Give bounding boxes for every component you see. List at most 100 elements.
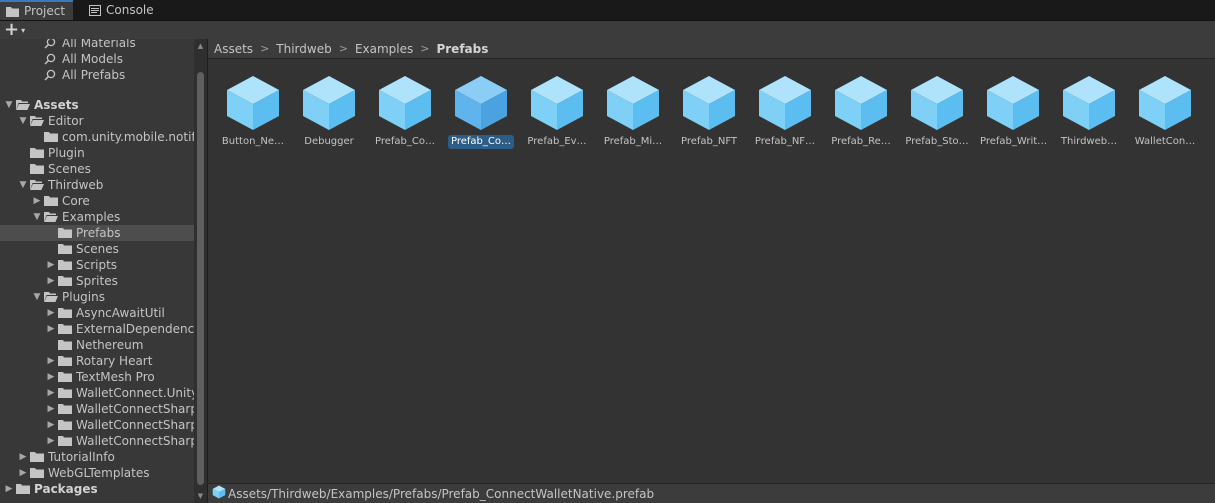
folder-icon bbox=[58, 323, 72, 335]
breadcrumb-item[interactable]: Examples bbox=[353, 42, 415, 56]
folder-open-icon bbox=[44, 291, 58, 303]
asset-item[interactable]: Prefab_Re… bbox=[825, 74, 897, 154]
folder-icon bbox=[30, 451, 44, 463]
expand-arrow-open-icon[interactable]: ▼ bbox=[18, 116, 28, 126]
tree-folder-item[interactable]: ▶ Scripts bbox=[0, 257, 194, 273]
folder-icon bbox=[16, 483, 30, 495]
tab-project[interactable]: Project bbox=[0, 0, 74, 20]
expand-arrow-closed-icon[interactable]: ▶ bbox=[46, 420, 56, 430]
expand-arrow-closed-icon[interactable]: ▶ bbox=[32, 196, 42, 206]
window-tab-bar: Project Console bbox=[0, 0, 1215, 21]
asset-name: Thirdweb… bbox=[1060, 136, 1118, 147]
expand-arrow-open-icon[interactable]: ▼ bbox=[18, 180, 28, 190]
tree-item-label: Rotary Heart bbox=[76, 354, 153, 368]
breadcrumb-separator-icon: > bbox=[260, 42, 270, 55]
tree-folder-item[interactable]: ▼ Editor bbox=[0, 113, 194, 129]
prefab-icon bbox=[212, 485, 228, 502]
expand-arrow-open-icon[interactable]: ▼ bbox=[4, 100, 14, 110]
saved-search-item[interactable]: All Prefabs bbox=[0, 67, 194, 83]
saved-search-item[interactable]: All Materials bbox=[0, 39, 194, 51]
tree-folder-item[interactable]: ▼ Examples bbox=[0, 209, 194, 225]
expand-arrow-closed-icon[interactable]: ▶ bbox=[4, 484, 14, 494]
expand-arrow-closed-icon[interactable]: ▶ bbox=[46, 324, 56, 334]
asset-item[interactable]: Prefab_Writ… bbox=[977, 74, 1049, 154]
tree-folder-item[interactable]: ▶ WalletConnectSharp bbox=[0, 433, 194, 449]
expand-arrow-closed-icon[interactable]: ▶ bbox=[46, 276, 56, 286]
tree-folder-item[interactable]: ▼ Thirdweb bbox=[0, 177, 194, 193]
breadcrumb-item-current[interactable]: Prefabs bbox=[434, 42, 490, 56]
tree-folder-item[interactable]: ▶ Packages bbox=[0, 481, 194, 497]
asset-item[interactable]: Thirdweb… bbox=[1053, 74, 1125, 154]
tree-item-label: Sprites bbox=[76, 274, 118, 288]
folder-icon bbox=[44, 131, 58, 143]
tree-folder-item[interactable]: ▼ Plugins bbox=[0, 289, 194, 305]
tree-folder-item[interactable]: Scenes bbox=[0, 241, 194, 257]
tree-folder-item[interactable]: ▶ Core bbox=[0, 193, 194, 209]
breadcrumb-separator-icon: > bbox=[420, 42, 430, 55]
tree-item-label: Prefabs bbox=[76, 226, 121, 240]
prefab-icon bbox=[673, 74, 745, 132]
asset-item[interactable]: Prefab_NF… bbox=[749, 74, 821, 154]
breadcrumb-item[interactable]: Assets bbox=[212, 42, 255, 56]
scrollbar-thumb[interactable] bbox=[197, 72, 204, 485]
asset-item[interactable]: Prefab_Ev… bbox=[521, 74, 593, 154]
asset-item[interactable]: Prefab_Co… bbox=[369, 74, 441, 154]
folder-icon bbox=[58, 371, 72, 383]
tree-folder-item[interactable]: ▶ ExternalDependencyManager bbox=[0, 321, 194, 337]
tree-folder-item[interactable]: Scenes bbox=[0, 161, 194, 177]
asset-name: Debugger bbox=[304, 136, 354, 147]
tree-item-label: Editor bbox=[48, 114, 84, 128]
tree-folder-item[interactable]: ▶ WalletConnectSharp bbox=[0, 401, 194, 417]
tree-folder-item[interactable]: Plugin bbox=[0, 145, 194, 161]
expand-arrow-closed-icon[interactable]: ▶ bbox=[18, 452, 28, 462]
tree-folder-item[interactable]: ▶ Rotary Heart bbox=[0, 353, 194, 369]
saved-search-item[interactable]: All Models bbox=[0, 51, 194, 67]
expand-arrow-closed-icon[interactable]: ▶ bbox=[46, 388, 56, 398]
scroll-down-arrow-icon[interactable]: ▼ bbox=[196, 492, 205, 500]
tree-folder-item[interactable]: ▶ WalletConnect.Unity bbox=[0, 385, 194, 401]
breadcrumb-item[interactable]: Thirdweb bbox=[274, 42, 333, 56]
tree-folder-item[interactable]: ▶ AsyncAwaitUtil bbox=[0, 305, 194, 321]
search-icon bbox=[44, 53, 58, 65]
create-asset-button[interactable]: + ▾ bbox=[4, 21, 34, 39]
tree-folder-item[interactable]: ▶ Sprites bbox=[0, 273, 194, 289]
tree-folder-item[interactable]: ▼ Assets bbox=[0, 97, 194, 113]
expand-arrow-closed-icon[interactable]: ▶ bbox=[46, 404, 56, 414]
folder-icon bbox=[58, 387, 72, 399]
asset-item[interactable]: Debugger bbox=[293, 74, 365, 154]
tab-console[interactable]: Console bbox=[83, 0, 162, 20]
tree-item-label: All Materials bbox=[62, 39, 136, 50]
tree-folder-item[interactable]: ▶ TutorialInfo bbox=[0, 449, 194, 465]
breadcrumb: Assets > Thirdweb > Examples > Prefabs bbox=[208, 39, 1215, 59]
asset-name: Prefab_Co… bbox=[375, 136, 435, 147]
tree-item-label: WebGLTemplates bbox=[48, 466, 150, 480]
expand-arrow-closed-icon[interactable]: ▶ bbox=[18, 468, 28, 478]
tree-item-label: WalletConnectSharp bbox=[76, 434, 194, 448]
expand-arrow-open-icon[interactable]: ▼ bbox=[32, 292, 42, 302]
tree-folder-item[interactable]: ▶ WebGLTemplates bbox=[0, 465, 194, 481]
status-bar: Assets/Thirdweb/Examples/Prefabs/Prefab_… bbox=[208, 483, 1215, 503]
tree-folder-item[interactable]: Prefabs bbox=[0, 225, 194, 241]
expand-arrow-closed-icon[interactable]: ▶ bbox=[46, 436, 56, 446]
expand-arrow-closed-icon[interactable]: ▶ bbox=[46, 308, 56, 318]
asset-item[interactable]: WalletCon… bbox=[1129, 74, 1201, 154]
tree-folder-item[interactable]: Nethereum bbox=[0, 337, 194, 353]
tree-folder-item[interactable]: com.unity.mobile.notifications bbox=[0, 129, 194, 145]
scroll-up-arrow-icon[interactable]: ▲ bbox=[196, 42, 205, 50]
asset-item[interactable]: Prefab_Sto… bbox=[901, 74, 973, 154]
tree-scrollbar[interactable]: ▲ ▼ bbox=[194, 39, 207, 503]
folder-icon bbox=[58, 259, 72, 271]
asset-item[interactable]: Prefab_NFT bbox=[673, 74, 745, 154]
folder-open-icon bbox=[30, 179, 44, 191]
tree-folder-item[interactable]: ▶ TextMesh Pro bbox=[0, 369, 194, 385]
expand-arrow-closed-icon[interactable]: ▶ bbox=[46, 372, 56, 382]
tree-folder-item[interactable]: ▶ WalletConnectSharp bbox=[0, 417, 194, 433]
expand-arrow-closed-icon[interactable]: ▶ bbox=[46, 356, 56, 366]
expand-arrow-closed-icon[interactable]: ▶ bbox=[46, 260, 56, 270]
plus-icon: + bbox=[4, 19, 20, 40]
expand-arrow-open-icon[interactable]: ▼ bbox=[32, 212, 42, 222]
tab-project-label: Project bbox=[24, 4, 66, 18]
asset-item[interactable]: Button_Ne… bbox=[217, 74, 289, 154]
asset-item[interactable]: Prefab_Co… bbox=[445, 74, 517, 154]
asset-item[interactable]: Prefab_Mi… bbox=[597, 74, 669, 154]
